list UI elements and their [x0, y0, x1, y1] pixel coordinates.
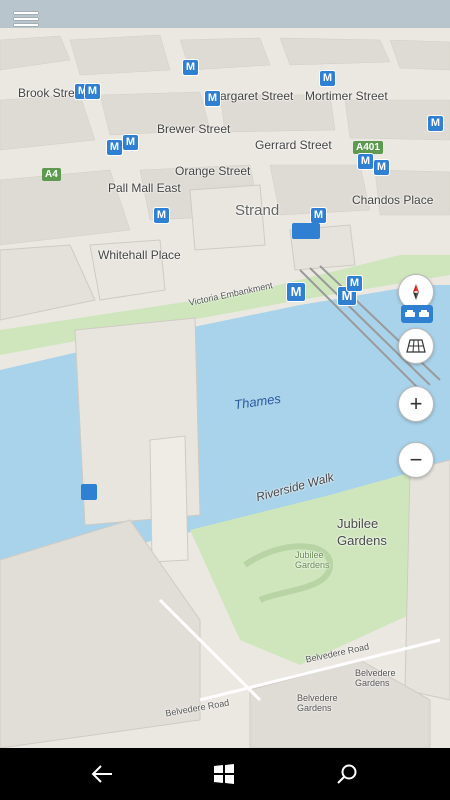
metro-icon[interactable]: M	[428, 116, 443, 131]
start-button[interactable]	[204, 756, 244, 792]
label-jubilee-gardens-small: Jubilee Gardens	[295, 550, 330, 570]
label-brewer-street: Brewer Street	[157, 122, 231, 136]
label-mortimer-street: Mortimer Street	[305, 89, 388, 103]
horizon	[0, 0, 450, 30]
hamburger-menu-button[interactable]	[14, 8, 38, 26]
tilt-3d-button[interactable]	[398, 328, 434, 364]
metro-icon[interactable]: M	[154, 208, 169, 223]
menu-bar	[14, 12, 38, 14]
label-belvedere-gardens-2: Belvedere Gardens	[355, 668, 396, 688]
ferry-pier-icon[interactable]	[81, 484, 97, 500]
search-icon	[337, 764, 357, 784]
menu-bar	[14, 18, 38, 20]
traffic-toggle-button[interactable]	[401, 305, 433, 323]
grid-3d-icon	[406, 339, 426, 353]
label-belvedere-gardens: Belvedere Gardens	[297, 693, 338, 713]
back-arrow-icon	[91, 765, 112, 783]
menu-bar	[14, 24, 38, 26]
zoom-out-button[interactable]: −	[398, 442, 434, 478]
metro-icon[interactable]: M	[311, 208, 326, 223]
map-view[interactable]: Brook Street Margaret Street Mortimer St…	[0, 0, 450, 748]
metro-icon[interactable]: M	[205, 91, 220, 106]
car-icon	[419, 310, 429, 317]
road-shield-a401: A401	[353, 141, 383, 154]
label-strand: Strand	[235, 202, 280, 219]
zoom-in-button[interactable]: +	[398, 386, 434, 422]
metro-icon[interactable]: M	[287, 283, 305, 301]
compass-icon	[413, 284, 419, 300]
windows-logo-icon	[214, 764, 234, 784]
road-shield-a4: A4	[42, 168, 61, 181]
metro-icon[interactable]: M	[183, 60, 198, 75]
metro-icon[interactable]: M	[85, 84, 100, 99]
label-orange-street: Orange Street	[175, 164, 251, 178]
car-icon	[405, 310, 415, 317]
metro-icon[interactable]: M	[358, 154, 373, 169]
map-canvas[interactable]	[0, 0, 450, 748]
label-pall-mall-east: Pall Mall East	[108, 181, 181, 195]
metro-icon[interactable]: M	[123, 135, 138, 150]
label-margaret-street: Margaret Street	[210, 89, 294, 103]
label-gerrard-street: Gerrard Street	[255, 138, 332, 152]
search-button[interactable]	[327, 756, 367, 792]
metro-icon[interactable]: M	[374, 160, 389, 175]
metro-icon[interactable]: M	[347, 276, 362, 291]
label-jubilee-gardens: Jubilee Gardens	[337, 516, 387, 548]
back-button[interactable]	[82, 756, 122, 792]
label-chandos-place: Chandos Place	[352, 193, 434, 207]
transit-station-icon[interactable]	[292, 223, 320, 239]
metro-icon[interactable]: M	[320, 71, 335, 86]
navigation-bar	[0, 748, 450, 800]
metro-icon[interactable]: M	[107, 140, 122, 155]
label-whitehall-place: Whitehall Place	[98, 248, 181, 262]
